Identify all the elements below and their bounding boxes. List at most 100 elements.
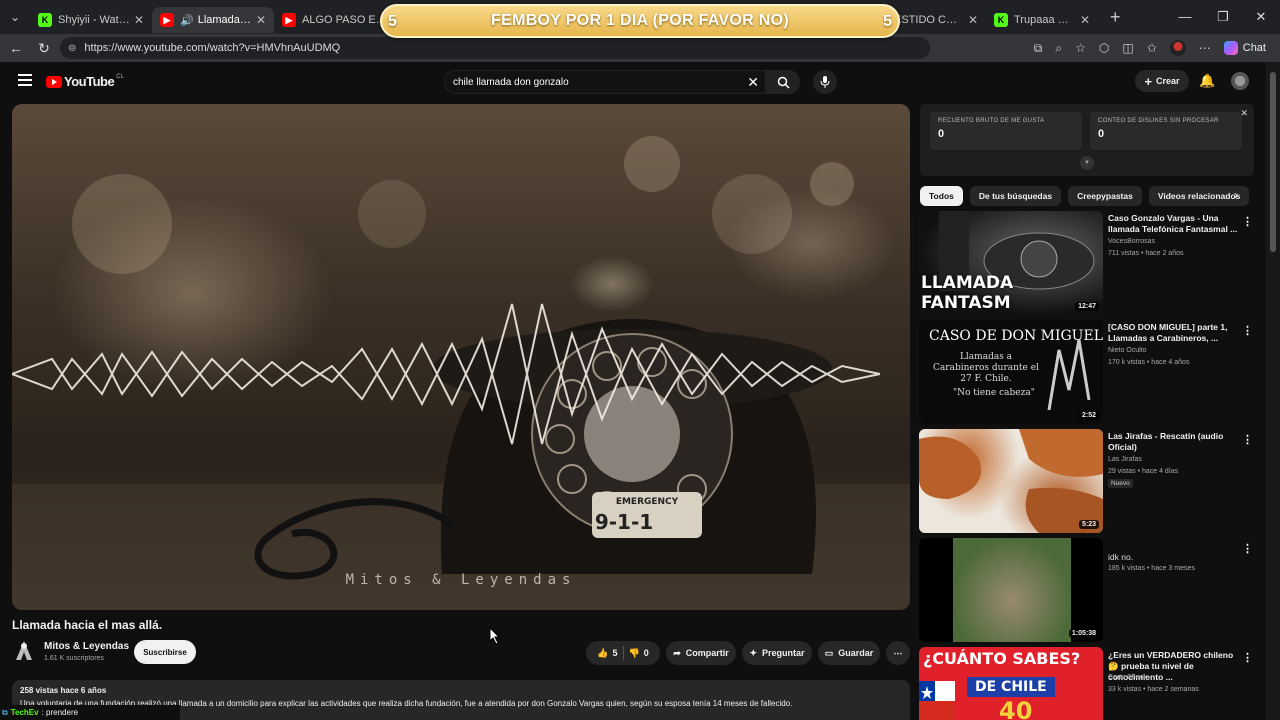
rec-channel[interactable]: Nieto Oculto: [1108, 347, 1147, 354]
chip-de-tus-busquedas[interactable]: De tus búsquedas: [969, 186, 1062, 206]
close-window-icon[interactable]: ✕: [1242, 0, 1280, 34]
more-vert-icon[interactable]: ⋮: [1242, 215, 1253, 228]
chip-creepypastas[interactable]: Creepypastas: [1068, 186, 1142, 206]
extensions-icon[interactable]: ⬡: [1099, 41, 1109, 55]
more-menu-icon[interactable]: ⋯: [1199, 41, 1211, 55]
tab-title: Shyiyii - Watch cl: [58, 14, 130, 26]
list-item[interactable]: ¿CUÁNTO SABES? DE CHILE 40 ¿Eres un VERD…: [919, 647, 1265, 720]
youtube-logo[interactable]: YouTube CL: [46, 74, 124, 89]
thumbnail-subtext: DE CHILE: [967, 677, 1055, 697]
kick-icon: K: [38, 13, 52, 27]
close-tab-icon[interactable]: ✕: [1080, 13, 1090, 27]
save-button[interactable]: ▭ Guardar: [818, 641, 880, 665]
youtube-icon: ▶: [160, 13, 174, 27]
clear-search-icon[interactable]: ✕: [747, 74, 759, 91]
tab-title: Llamada hac: [197, 14, 252, 26]
like-dislike-group: 👍 5 👎 0: [586, 641, 660, 665]
youtube-header: YouTube CL chile llamada don gonzalo ✕ +…: [0, 62, 1266, 102]
rec-title: Las Jirafas - Rescatín (audio Oficial): [1108, 431, 1224, 452]
chevron-right-icon[interactable]: ›: [1234, 188, 1238, 202]
more-actions-button[interactable]: ⋯: [886, 641, 910, 665]
account-avatar[interactable]: [1231, 72, 1249, 90]
tab-3[interactable]: ESTIDO CHINI ✕: [886, 7, 986, 33]
more-vert-icon[interactable]: ⋮: [1242, 542, 1253, 555]
expand-chevron-icon[interactable]: ▼: [1080, 156, 1094, 170]
site-info-icon[interactable]: ⊜: [68, 43, 76, 54]
app-available-icon[interactable]: ⧉: [1034, 41, 1043, 56]
tab-4[interactable]: K Trupaaa Stream ✕: [986, 7, 1098, 33]
rec-channel[interactable]: Las Jirafas: [1108, 456, 1142, 463]
like-button[interactable]: 👍 5: [597, 648, 617, 659]
search-button[interactable]: [766, 70, 800, 94]
reload-icon[interactable]: ↻: [30, 40, 58, 57]
create-button[interactable]: + Crear: [1135, 70, 1189, 92]
tab-0[interactable]: K Shyiyii - Watch cl ✕: [30, 7, 152, 33]
channel-avatar[interactable]: [14, 640, 34, 664]
share-button[interactable]: ➦ Compartir: [666, 641, 736, 665]
dislike-stats-panel: RECUENTO BRUTO DE ME GUSTA 0 CONTEO DE D…: [920, 104, 1254, 176]
mouse-cursor-icon: [489, 627, 501, 645]
list-item[interactable]: 1:05:38 idk no. 185 k vistas • hace 3 me…: [919, 538, 1265, 642]
rec-meta: 29 vistas • hace 4 días: [1108, 468, 1179, 475]
split-screen-icon[interactable]: ◫: [1122, 41, 1133, 55]
more-vert-icon[interactable]: ⋮: [1242, 433, 1253, 446]
search-icon: [777, 76, 790, 89]
list-item[interactable]: LLAMADA FANTASM 12:47 Caso Gonzalo Varga…: [919, 211, 1265, 315]
video-thumbnail[interactable]: 1:05:38: [919, 538, 1103, 642]
rec-channel[interactable]: Corto Shook: [1108, 674, 1147, 681]
close-tab-icon[interactable]: ✕: [134, 13, 144, 27]
overlay-count-left: 5: [388, 13, 397, 30]
zoom-icon[interactable]: ⌕: [1055, 41, 1062, 56]
dislike-button[interactable]: 👎 0: [629, 648, 649, 659]
minimize-icon[interactable]: —: [1166, 0, 1204, 34]
tab-2[interactable]: ▶ ALGO PASO EL 2: [274, 7, 396, 33]
rec-channel[interactable]: VocesBorrosas: [1108, 238, 1155, 245]
tab-list-chevron-icon[interactable]: ⌄: [0, 0, 30, 34]
more-vert-icon[interactable]: ⋮: [1242, 324, 1253, 337]
page-scrollbar[interactable]: [1266, 62, 1280, 720]
more-vert-icon[interactable]: ⋮: [1242, 651, 1253, 664]
copilot-icon: [1223, 41, 1238, 55]
favorite-star-icon[interactable]: ☆: [1075, 41, 1086, 55]
duration-badge: 12:47: [1075, 302, 1099, 311]
views-and-date: 258 vistas hace 6 años: [20, 686, 107, 695]
window-controls: — ❐ ✕: [1166, 0, 1280, 34]
menu-hamburger-icon[interactable]: [18, 74, 32, 89]
copilot-chat-button[interactable]: Chat: [1223, 41, 1266, 55]
url-field[interactable]: ⊜ https://www.youtube.com/watch?v=HMVhnA…: [60, 37, 930, 59]
hands-icon: [1047, 339, 1091, 411]
search-input[interactable]: chile llamada don gonzalo ✕: [444, 70, 766, 94]
new-tab-plus-icon[interactable]: +: [1110, 7, 1121, 28]
maximize-icon[interactable]: ❐: [1204, 0, 1242, 34]
list-item[interactable]: CASO DE DON MIGUEL Llamadas a Carabinero…: [919, 320, 1265, 424]
voice-search-mic-icon[interactable]: [813, 70, 837, 94]
video-thumbnail[interactable]: CASO DE DON MIGUEL Llamadas a Carabinero…: [919, 320, 1103, 424]
stream-overlay-banner: 5 FEMBOY POR 1 DIA (POR FAVOR NO) 5: [380, 4, 900, 38]
tab-1[interactable]: ▶ 🔊 Llamada hac ✕: [152, 7, 274, 33]
close-tab-icon[interactable]: ✕: [968, 13, 978, 27]
collections-icon[interactable]: ✩: [1147, 41, 1157, 55]
video-thumbnail[interactable]: ¿CUÁNTO SABES? DE CHILE 40: [919, 647, 1103, 720]
overlay-count-right: 5: [883, 13, 892, 30]
rec-meta: 711 vistas • hace 2 años: [1108, 250, 1184, 257]
thumb-up-icon: 👍: [597, 647, 609, 658]
plus-icon: +: [1144, 73, 1153, 89]
channel-name[interactable]: Mitos & Leyendas: [44, 641, 129, 652]
raw-likes-box: RECUENTO BRUTO DE ME GUSTA 0: [930, 112, 1082, 150]
close-panel-icon[interactable]: ✕: [1240, 108, 1248, 119]
chile-flag-icon: [919, 681, 955, 720]
thumbnail-text: ¿CUÁNTO SABES?: [923, 649, 1081, 668]
notifications-bell-icon[interactable]: 🔔: [1199, 73, 1215, 89]
video-thumbnail[interactable]: 5:23: [919, 429, 1103, 533]
profile-avatar-icon[interactable]: [1169, 40, 1186, 56]
subscribe-button[interactable]: Suscribirse: [134, 640, 196, 664]
video-thumbnail[interactable]: LLAMADA FANTASM 12:47: [919, 211, 1103, 315]
speaker-icon[interactable]: 🔊: [180, 14, 194, 27]
video-player[interactable]: EMERGENCY 9-1-1 Mitos & Leyendas: [12, 104, 910, 610]
ask-button[interactable]: ✦ Preguntar: [742, 641, 812, 665]
back-arrow-icon[interactable]: ←: [2, 40, 30, 56]
video-watermark-text: Mitos & Leyendas: [345, 572, 577, 588]
close-tab-icon[interactable]: ✕: [256, 13, 266, 27]
list-item[interactable]: 5:23 Las Jirafas - Rescatín (audio Ofici…: [919, 429, 1265, 533]
chip-todos[interactable]: Todos: [920, 186, 963, 206]
